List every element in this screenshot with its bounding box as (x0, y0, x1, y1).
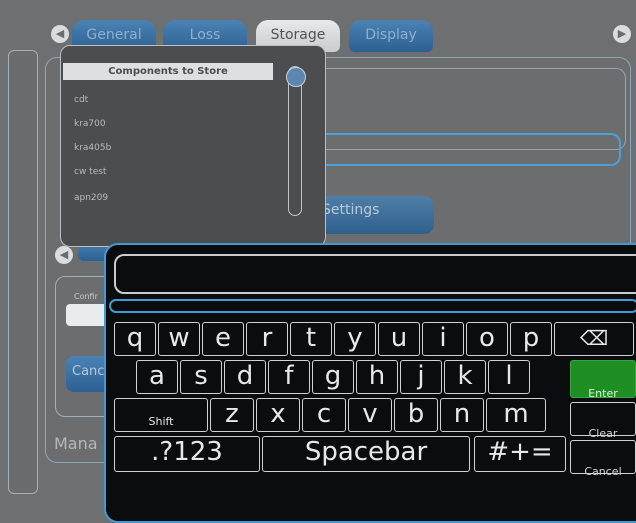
shift-key[interactable]: Shift (114, 398, 208, 432)
key-z[interactable]: z (210, 398, 254, 432)
list-item[interactable]: cw test (74, 167, 106, 177)
key-g[interactable]: g (312, 360, 354, 394)
backspace-key-icon[interactable]: ⌫ (554, 322, 634, 356)
confirm-label: Confir (74, 292, 98, 301)
spacebar-key[interactable]: Spacebar (262, 436, 470, 472)
key-j[interactable]: j (400, 360, 442, 394)
keyboard-input[interactable] (114, 254, 636, 294)
key-s[interactable]: s (180, 360, 222, 394)
enter-key[interactable]: Enter (570, 360, 636, 400)
key-c[interactable]: c (302, 398, 346, 432)
key-t[interactable]: t (290, 322, 332, 356)
key-m[interactable]: m (486, 398, 546, 432)
prev-arrow-icon[interactable]: ◀ (55, 246, 73, 264)
settings-button[interactable]: Settings (320, 196, 434, 234)
key-b[interactable]: b (394, 398, 438, 432)
tab-display[interactable]: Display (349, 20, 433, 52)
key-a[interactable]: a (136, 360, 178, 394)
key-e[interactable]: e (202, 322, 244, 356)
manage-label: Mana (54, 434, 98, 453)
key-i[interactable]: i (422, 322, 464, 356)
cancel-key[interactable]: Cancel (570, 440, 636, 478)
symbols-key[interactable]: .?123 (114, 436, 260, 472)
list-item[interactable]: cdt (74, 95, 88, 105)
key-v[interactable]: v (348, 398, 392, 432)
prev-tab-arrow-icon[interactable]: ◀ (51, 25, 69, 43)
scrollbar-thumb[interactable] (286, 67, 306, 87)
scrollbar[interactable] (288, 66, 302, 216)
next-tab-arrow-icon[interactable]: ▶ (613, 25, 631, 43)
key-w[interactable]: w (158, 322, 200, 356)
key-q[interactable]: q (114, 322, 156, 356)
clear-key[interactable]: Clear (570, 402, 636, 440)
key-r[interactable]: r (246, 322, 288, 356)
list-item[interactable]: kra405b (74, 143, 111, 153)
more-symbols-key[interactable]: #+= (474, 436, 566, 472)
list-item[interactable]: apn209 (74, 193, 108, 203)
key-l[interactable]: l (488, 360, 530, 394)
key-x[interactable]: x (256, 398, 300, 432)
list-item[interactable]: kra700 (74, 119, 106, 129)
left-panel (8, 50, 38, 494)
keyboard-suggestion-bar (109, 299, 636, 313)
key-k[interactable]: k (444, 360, 486, 394)
key-p[interactable]: p (510, 322, 552, 356)
key-d[interactable]: d (224, 360, 266, 394)
components-header: Components to Store (63, 63, 273, 80)
key-u[interactable]: u (378, 322, 420, 356)
key-h[interactable]: h (356, 360, 398, 394)
key-y[interactable]: y (334, 322, 376, 356)
key-n[interactable]: n (440, 398, 484, 432)
key-o[interactable]: o (466, 322, 508, 356)
text-field[interactable] (318, 133, 621, 166)
key-f[interactable]: f (268, 360, 310, 394)
